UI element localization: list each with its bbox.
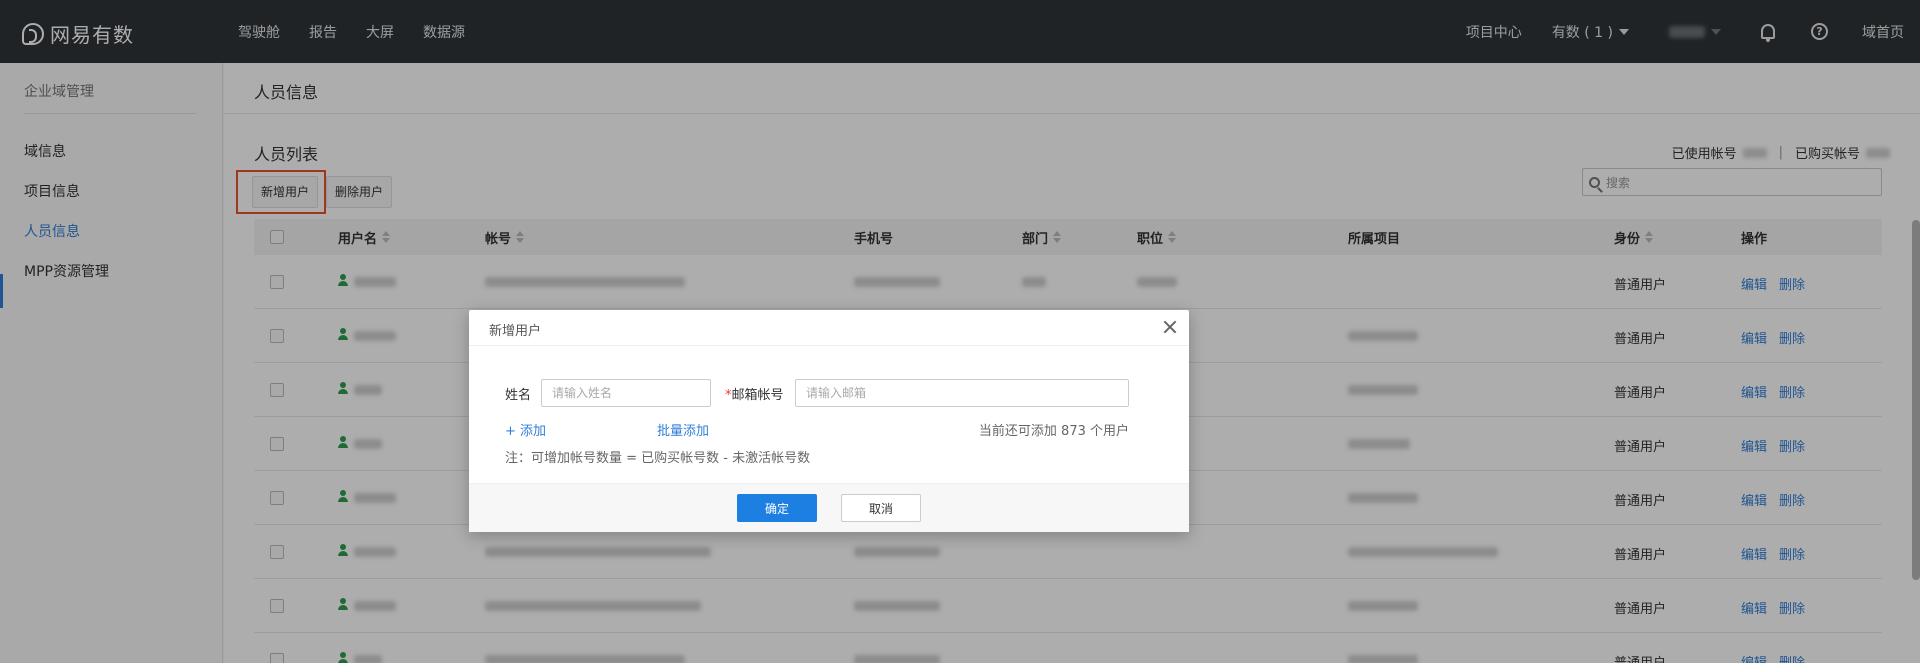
batch-add-link[interactable]: 批量添加 [657, 420, 709, 439]
remaining-count-text: 当前还可添加 873 个用户 [978, 424, 1129, 439]
close-icon[interactable] [1161, 318, 1179, 336]
add-row-link[interactable]: + 添加 [505, 420, 546, 439]
dialog-header: 新增用户 [469, 310, 1189, 346]
add-user-dialog: 新增用户 姓名 *邮箱帐号 + 添加 批量添加 当前还可添加 873 个用户 注… [469, 310, 1189, 532]
dialog-footer: 确定 取消 [469, 483, 1189, 532]
name-field[interactable] [541, 379, 711, 407]
cancel-button[interactable]: 取消 [841, 494, 921, 522]
note-text: 注：可增加帐号数量 = 已购买帐号数 - 未激活帐号数 [505, 451, 811, 466]
dialog-title: 新增用户 [489, 324, 542, 339]
name-label: 姓名 [505, 388, 532, 403]
email-label: *邮箱帐号 [725, 384, 784, 403]
email-label-text: 邮箱帐号 [731, 388, 784, 403]
confirm-button[interactable]: 确定 [737, 494, 817, 522]
email-field[interactable] [795, 379, 1129, 407]
